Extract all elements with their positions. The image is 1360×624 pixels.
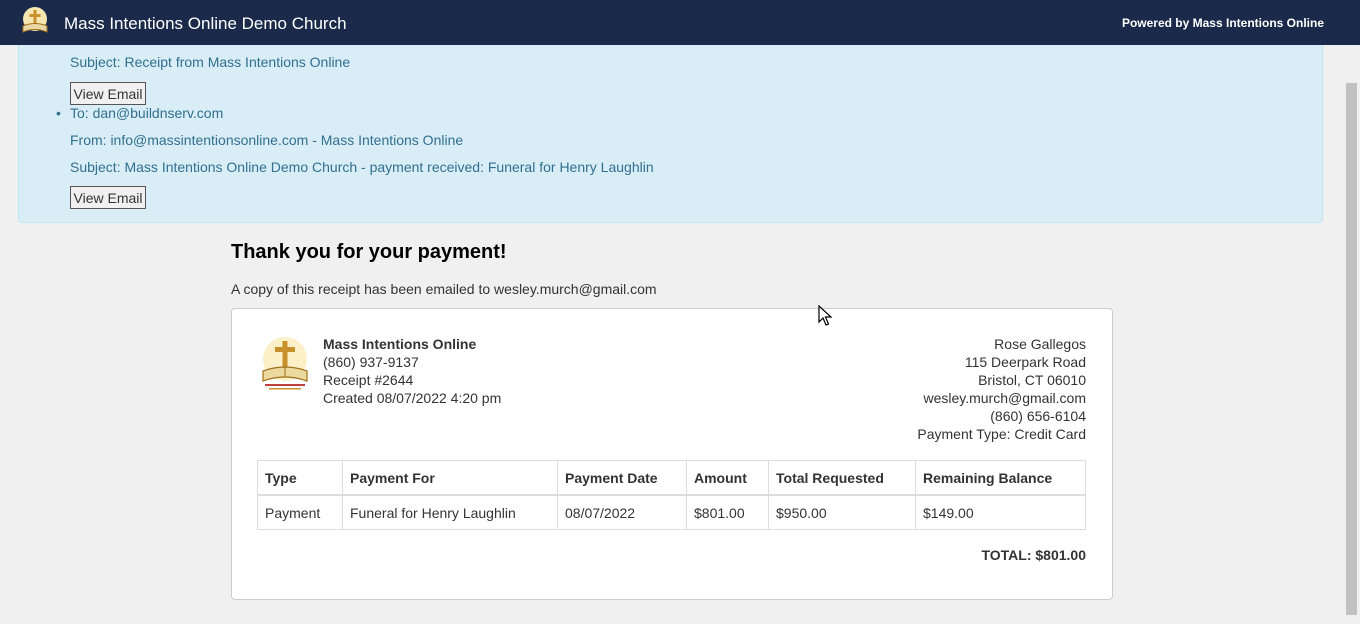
view-email-button[interactable]: View Email (70, 82, 146, 105)
scrollbar-thumb[interactable] (1346, 83, 1357, 615)
table-cell: $801.00 (686, 494, 769, 530)
table-cell: Funeral for Henry Laughlin (342, 494, 558, 530)
top-bar: Mass Intentions Online Demo Church Power… (0, 0, 1360, 45)
sender-org: Mass Intentions Online (323, 336, 477, 352)
sender-info: Mass Intentions Online (860) 937-9137 Re… (323, 335, 501, 407)
column-header: Remaining Balance (915, 460, 1086, 496)
email-to: To: dan@buildnserv.com (70, 105, 224, 121)
payer-city: Bristol, CT 06010 (978, 372, 1086, 388)
sender-phone: (860) 937-9137 (323, 354, 419, 370)
payer-email: wesley.murch@gmail.com (923, 390, 1086, 406)
mouse-cursor-icon (818, 305, 832, 326)
payment-type: Payment Type: Credit Card (917, 426, 1086, 442)
receipt-total: TOTAL: $801.00 (981, 547, 1086, 563)
table-cell: 08/07/2022 (557, 494, 687, 530)
receipt-created: Created 08/07/2022 4:20 pm (323, 390, 502, 406)
receipt-copy-note: A copy of this receipt has been emailed … (231, 281, 657, 297)
receipt-card: Mass Intentions Online (860) 937-9137 Re… (231, 308, 1113, 600)
table-cell: Payment (257, 494, 343, 530)
table-cell: $950.00 (768, 494, 916, 530)
table-header-row: Type Payment For Payment Date Amount Tot… (257, 460, 1086, 496)
payer-phone: (860) 656-6104 (990, 408, 1086, 424)
mass-intentions-logo (262, 337, 308, 390)
church-logo-icon[interactable] (20, 6, 50, 36)
column-header: Total Requested (768, 460, 916, 496)
column-header: Amount (686, 460, 769, 496)
payer-street: 115 Deerpark Road (964, 354, 1086, 370)
receipt-number: Receipt #2644 (323, 372, 414, 388)
column-header: Payment For (342, 460, 558, 496)
email-log-panel: Subject: Receipt from Mass Intentions On… (18, 45, 1323, 223)
view-email-button[interactable]: View Email (70, 186, 146, 209)
column-header: Payment Date (557, 460, 687, 496)
page-scrollbar[interactable] (1343, 45, 1360, 624)
column-header: Type (257, 460, 343, 496)
app-title: Mass Intentions Online Demo Church (64, 14, 347, 33)
table-cell: $149.00 (915, 494, 1086, 530)
payer-info: Rose Gallegos 115 Deerpark Road Bristol,… (917, 335, 1086, 443)
page-title: Thank you for your payment! (231, 241, 507, 263)
email-subject: Subject: Receipt from Mass Intentions On… (70, 54, 351, 70)
email-subject: Subject: Mass Intentions Online Demo Chu… (70, 159, 654, 175)
payer-name: Rose Gallegos (994, 336, 1086, 352)
bullet-icon: • (56, 105, 61, 121)
powered-by-label: Powered by Mass Intentions Online (1121, 16, 1324, 30)
receipt-table: Type Payment For Payment Date Amount Tot… (257, 460, 1086, 530)
email-from: From: info@massintentionsonline.com - Ma… (70, 132, 464, 148)
table-row: Payment Funeral for Henry Laughlin 08/07… (257, 494, 1086, 530)
